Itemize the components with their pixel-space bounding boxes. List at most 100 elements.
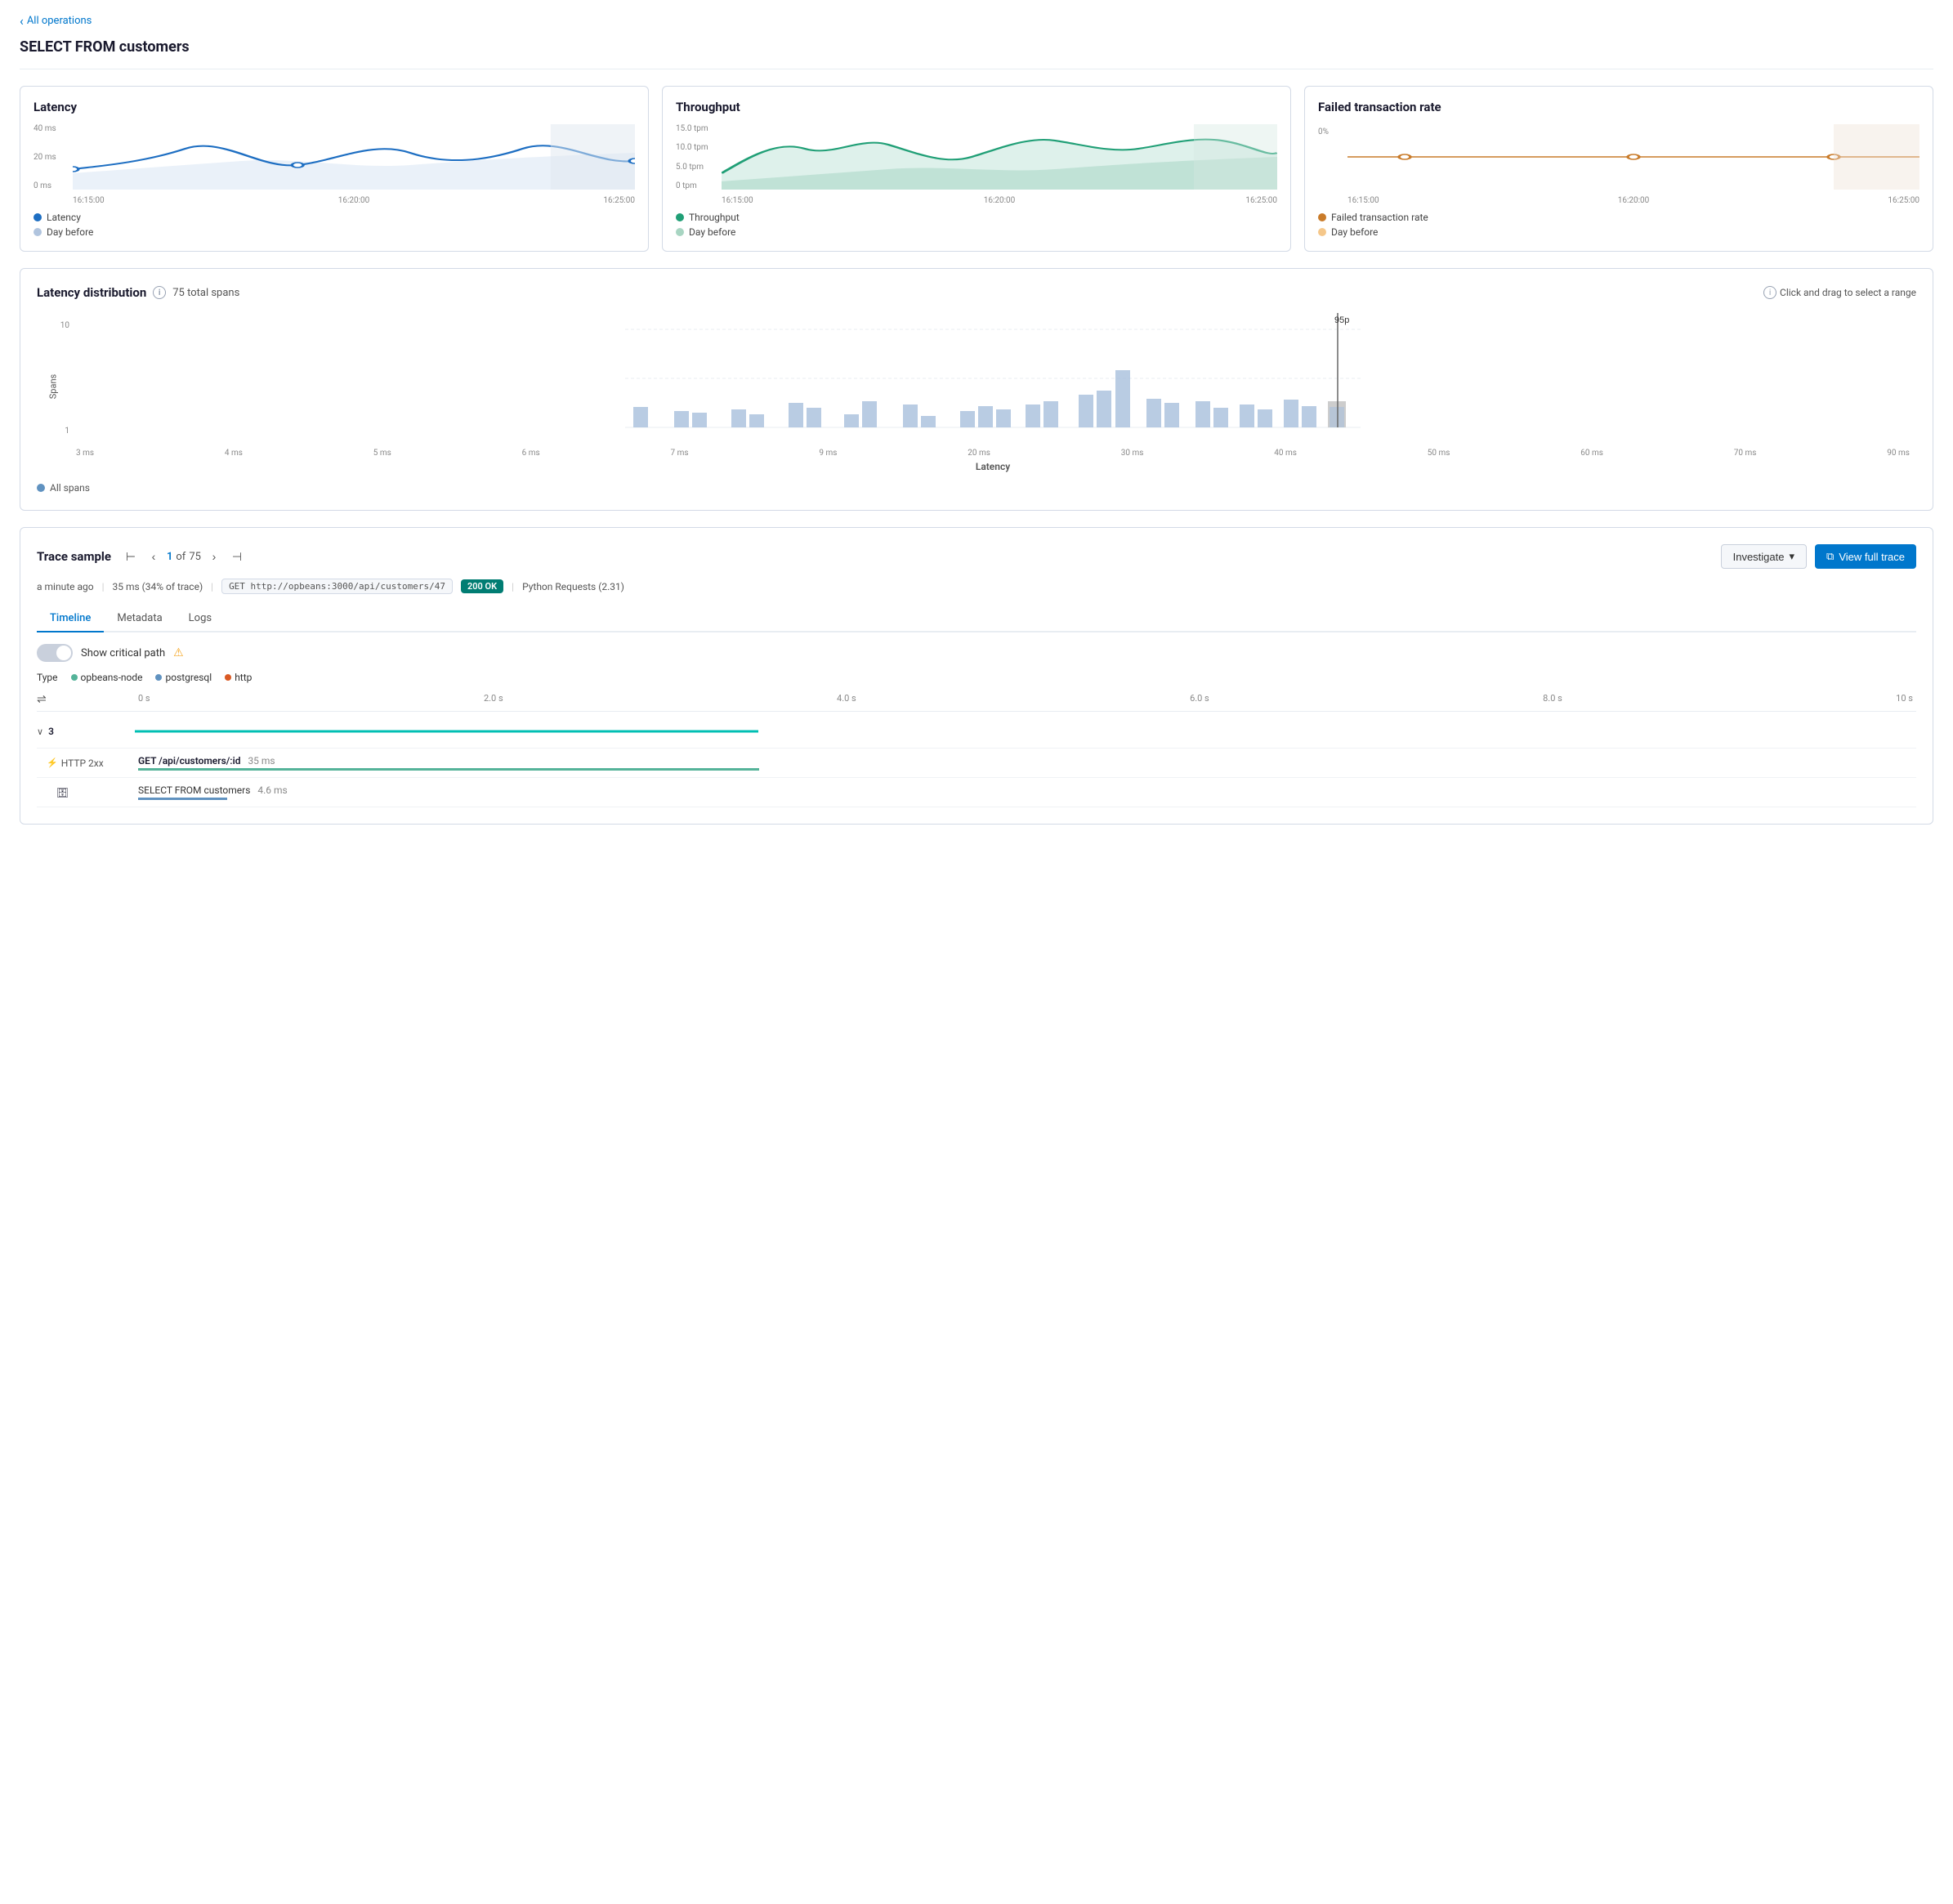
http-row-label: ⚡ HTTP 2xx	[37, 758, 135, 769]
timeline-axis-labels: 0 s 2.0 s 4.0 s 6.0 s 8.0 s 10 s	[135, 693, 1916, 706]
critical-path-toggle[interactable]	[37, 644, 73, 662]
tab-timeline[interactable]: Timeline	[37, 606, 104, 632]
failed-rate-chart-area	[1347, 124, 1919, 190]
distribution-header: Latency distribution i 75 total spans i …	[37, 285, 1916, 300]
warning-icon: ⚠	[173, 646, 184, 659]
db-trace-row: 🗄 SELECT FROM customers 4.6 ms	[37, 778, 1916, 807]
http-endpoint: GET /api/customers/:id	[138, 755, 240, 767]
type-legend: Type opbeans-node postgresql http	[37, 672, 1916, 683]
investigate-button[interactable]: Investigate ▾	[1721, 544, 1807, 569]
type-opbeans-node: opbeans-node	[71, 672, 143, 683]
http-duration: 35 ms	[248, 755, 275, 767]
db-row-content: SELECT FROM customers 4.6 ms	[135, 784, 1916, 800]
nav-total: 75	[189, 551, 201, 563]
critical-path-label: Show critical path	[81, 647, 165, 659]
trace-tabs: Timeline Metadata Logs	[37, 606, 1916, 632]
nav-last-button[interactable]: ⊣	[227, 547, 247, 566]
type-postgresql: postgresql	[155, 672, 212, 683]
trace-title-area: Trace sample ⊢ ‹ 1 of 75 › ⊣	[37, 547, 247, 566]
lightning-icon: ⚡	[47, 758, 58, 768]
latency-chart-area	[73, 124, 635, 190]
settings-icon[interactable]: ⇌	[37, 693, 47, 706]
throughput-legend: Throughput Day before	[676, 212, 1277, 238]
type-http: http	[225, 672, 252, 683]
timeline-settings: ⇌	[37, 693, 135, 706]
histogram-y-label: Spans	[48, 362, 59, 411]
svg-text:95p: 95p	[1334, 315, 1349, 325]
back-link[interactable]: All operations	[20, 13, 1933, 29]
trace-status: 200 OK	[461, 579, 503, 593]
page-container: All operations SELECT FROM customers Lat…	[0, 0, 1953, 1904]
failed-rate-dot	[1318, 213, 1326, 221]
investigate-chevron-icon: ▾	[1789, 550, 1794, 563]
latency-legend-day-before: Day before	[34, 226, 635, 238]
histogram-x-labels: 3 ms 4 ms 5 ms 6 ms 7 ms 9 ms 20 ms 30 m…	[69, 449, 1916, 458]
view-full-trace-button[interactable]: ⧉ View full trace	[1815, 544, 1916, 569]
failed-rate-day-before-dot	[1318, 228, 1326, 236]
failed-rate-legend-item: Failed transaction rate	[1318, 212, 1919, 223]
distribution-info-icon[interactable]: i	[153, 286, 166, 299]
latency-x-axis: 16:15:00 16:20:00 16:25:00	[73, 196, 635, 205]
failed-rate-x-axis: 16:15:00 16:20:00 16:25:00	[1347, 196, 1919, 205]
view-trace-label: View full trace	[1839, 551, 1905, 563]
database-icon: 🗄	[56, 787, 69, 798]
throughput-legend-day-before: Day before	[676, 226, 1277, 238]
timeline-bar-area	[135, 722, 1916, 741]
trace-section: Trace sample ⊢ ‹ 1 of 75 › ⊣ Investigate…	[20, 527, 1933, 825]
distribution-title: Latency distribution i	[37, 285, 166, 300]
distribution-legend: All spans	[37, 482, 1916, 494]
nav-prev-button[interactable]: ‹	[144, 547, 163, 566]
investigate-label: Investigate	[1733, 551, 1785, 563]
x-axis-label: Latency	[69, 461, 1916, 472]
db-timeline-bar	[138, 798, 227, 800]
distribution-section: Latency distribution i 75 total spans i …	[20, 268, 1933, 511]
trace-nav: ⊢ ‹ 1 of 75 › ⊣	[121, 547, 247, 566]
nav-first-button[interactable]: ⊢	[121, 547, 141, 566]
latency-y-0: 0 ms	[34, 181, 66, 190]
critical-path-row: Show critical path ⚠	[37, 644, 1916, 662]
span-count: 75 total spans	[172, 287, 239, 299]
throughput-legend-throughput: Throughput	[676, 212, 1277, 223]
tab-metadata[interactable]: Metadata	[104, 606, 175, 632]
day-before-dot	[34, 228, 42, 236]
trace-url: GET http://opbeans:3000/api/customers/47	[221, 579, 453, 594]
trace-title: Trace sample	[37, 549, 111, 564]
throughput-x-axis: 16:15:00 16:20:00 16:25:00	[722, 196, 1277, 205]
throughput-chart-card: Throughput 15.0 tpm 10.0 tpm 5.0 tpm 0 t…	[662, 86, 1291, 252]
expand-button[interactable]: ∨	[37, 726, 43, 737]
http-dot	[225, 674, 231, 681]
latency-dot	[34, 213, 42, 221]
range-hint: i Click and drag to select a range	[1763, 286, 1916, 299]
failed-rate-legend: Failed transaction rate Day before	[1318, 212, 1919, 238]
db-label: SELECT FROM customers	[138, 784, 250, 796]
range-hint-icon: i	[1763, 286, 1776, 299]
latency-legend: Latency Day before	[34, 212, 635, 238]
latency-legend-label: Latency	[47, 212, 81, 223]
trace-duration: 35 ms (34% of trace)	[113, 581, 203, 592]
histogram-svg[interactable]: 95p	[69, 313, 1916, 444]
db-duration: 4.6 ms	[257, 784, 287, 796]
throughput-day-before-dot	[676, 228, 684, 236]
trace-meta: a minute ago | 35 ms (34% of trace) | GE…	[37, 579, 1916, 594]
failed-rate-title: Failed transaction rate	[1318, 100, 1919, 114]
opbeans-node-dot	[71, 674, 78, 681]
charts-row: Latency 40 ms 20 ms 0 ms	[0, 69, 1953, 268]
trace-agent: Python Requests (2.31)	[522, 581, 624, 592]
failed-rate-chart-card: Failed transaction rate 0%	[1304, 86, 1933, 252]
type-label: Type	[37, 672, 58, 683]
day-before-label: Day before	[47, 226, 93, 238]
http-row-content: GET /api/customers/:id 35 ms	[135, 755, 1916, 771]
latency-y-40: 40 ms	[34, 124, 66, 133]
latency-legend-latency: Latency	[34, 212, 635, 223]
tab-logs[interactable]: Logs	[176, 606, 225, 632]
timeline-row-label: ∨ 3	[37, 726, 135, 737]
trace-ago: a minute ago	[37, 581, 94, 592]
timeline-main-row: ∨ 3	[37, 715, 1916, 749]
view-trace-icon: ⧉	[1826, 550, 1834, 563]
row-count: 3	[48, 726, 54, 737]
http-timeline-bar	[138, 768, 759, 771]
histogram-wrapper[interactable]: Spans 10 1	[37, 313, 1916, 472]
http-type: HTTP 2xx	[61, 758, 104, 769]
nav-next-button[interactable]: ›	[204, 547, 224, 566]
postgresql-dot	[155, 674, 162, 681]
